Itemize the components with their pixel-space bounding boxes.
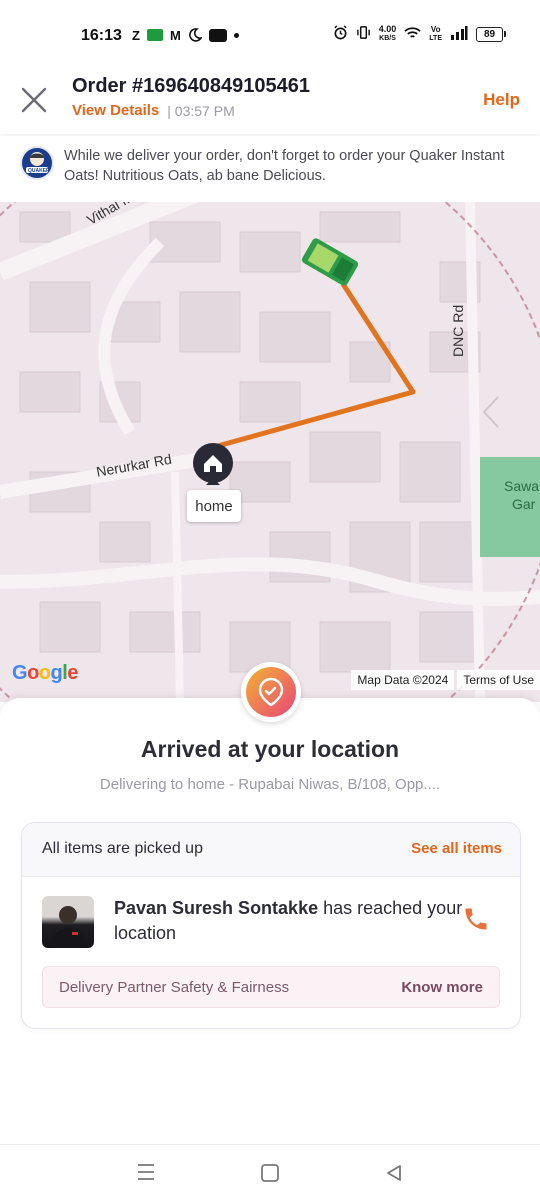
order-time: | 03:57 PM [167, 102, 235, 119]
google-letter: g [50, 662, 63, 684]
delivery-address: Delivering to home - Rupabai Niwas, B/10… [99, 776, 441, 793]
back-triangle-icon [387, 1165, 401, 1181]
battery-icon: 89 [476, 26, 506, 42]
volte-top: Vo [430, 25, 441, 34]
help-button[interactable]: Help [483, 90, 520, 110]
notification-dot-icon [233, 27, 239, 43]
quaker-logo-text: QUAKER [28, 168, 50, 174]
page: 16:13 Z M 4.00 KB/S Vo LTE 89 Order #169… [0, 0, 540, 1200]
arrived-title: Arrived at your location [140, 736, 400, 762]
terms-of-use-link[interactable]: Terms of Use [457, 670, 540, 690]
battery-level: 89 [476, 26, 503, 42]
gmail-icon: M [169, 27, 181, 43]
map-canvas [0, 202, 540, 702]
status-time: 16:13 [81, 27, 122, 44]
partner-avatar [42, 896, 94, 948]
place-label-2: Gar [512, 496, 536, 512]
see-all-items-button[interactable]: See all items [411, 840, 502, 857]
alarm-icon [333, 25, 348, 43]
status-bar: 16:13 Z M 4.00 KB/S Vo LTE 89 [0, 0, 540, 70]
sms-icon [146, 27, 163, 43]
z-icon: Z [132, 27, 140, 43]
partner-name: Pavan Suresh Sontakke [114, 898, 319, 918]
items-header: All items are picked up See all items [22, 823, 520, 877]
phone-icon [465, 908, 487, 930]
location-pin-icon [246, 667, 296, 717]
delivery-scooter-icon [301, 238, 359, 286]
home-tag: home [187, 490, 241, 522]
menu-icon [138, 1164, 154, 1180]
net-speed-value: 4.00 [378, 24, 397, 34]
know-more-button[interactable]: Know more [401, 979, 483, 996]
volte-bottom: LTE [429, 35, 442, 42]
quaker-logo: QUAKER [20, 146, 54, 180]
road-label-dnc: DNC Rd [450, 304, 466, 357]
map-credits: Map Data ©2024 Terms of Use [351, 670, 540, 690]
paytm-icon [208, 27, 227, 43]
partner-message: Pavan Suresh Sontakke has reached your l… [114, 896, 464, 946]
arrived-badge [241, 662, 301, 722]
google-logo: Google [12, 662, 78, 685]
google-letter: G [12, 662, 28, 684]
status-right-icons: 4.00 KB/S Vo LTE 89 [333, 25, 506, 43]
delivery-card: All items are picked up See all items Pa… [21, 822, 521, 1029]
square-icon [261, 1164, 279, 1182]
close-icon [21, 87, 47, 113]
close-button[interactable] [18, 84, 50, 116]
google-letter: o [38, 662, 51, 684]
view-details-link[interactable]: View Details [72, 102, 159, 119]
call-partner-button[interactable] [462, 905, 490, 933]
volte-indicator: Vo LTE [429, 25, 442, 43]
net-speed: 4.00 KB/S [379, 25, 397, 43]
promo-banner[interactable]: QUAKER While we deliver your order, don'… [0, 136, 540, 202]
order-header: Order #169640849105461 View Details | 03… [0, 70, 540, 134]
google-letter: o [27, 662, 39, 684]
delivery-map[interactable]: Vithal M Nerurkar Rd DNC Rd Sawa Gar hom… [0, 202, 540, 702]
safety-text: Delivery Partner Safety & Fairness [59, 979, 290, 996]
home-button[interactable] [260, 1163, 282, 1183]
back-button[interactable] [384, 1163, 406, 1183]
vibrate-icon [356, 25, 371, 43]
signal-icon [450, 25, 468, 43]
map-data-label: Map Data ©2024 [351, 670, 455, 690]
wifi-icon [404, 26, 421, 43]
status-left-icons: Z M [132, 27, 239, 43]
recents-button[interactable] [136, 1163, 158, 1183]
place-label-1: Sawa [504, 478, 540, 494]
google-letter: e [67, 662, 78, 684]
home-marker [193, 443, 233, 485]
moon-icon [188, 27, 202, 43]
system-nav-bar [0, 1144, 540, 1200]
items-picked-status: All items are picked up [42, 840, 203, 857]
net-speed-unit: KB/S [379, 35, 396, 42]
order-title: Order #169640849105461 [72, 75, 310, 97]
order-subtitle: View Details | 03:57 PM [72, 102, 235, 119]
promo-text: While we deliver your order, don't forge… [64, 148, 505, 184]
safety-fairness-banner[interactable]: Delivery Partner Safety & Fairness Know … [42, 966, 500, 1008]
